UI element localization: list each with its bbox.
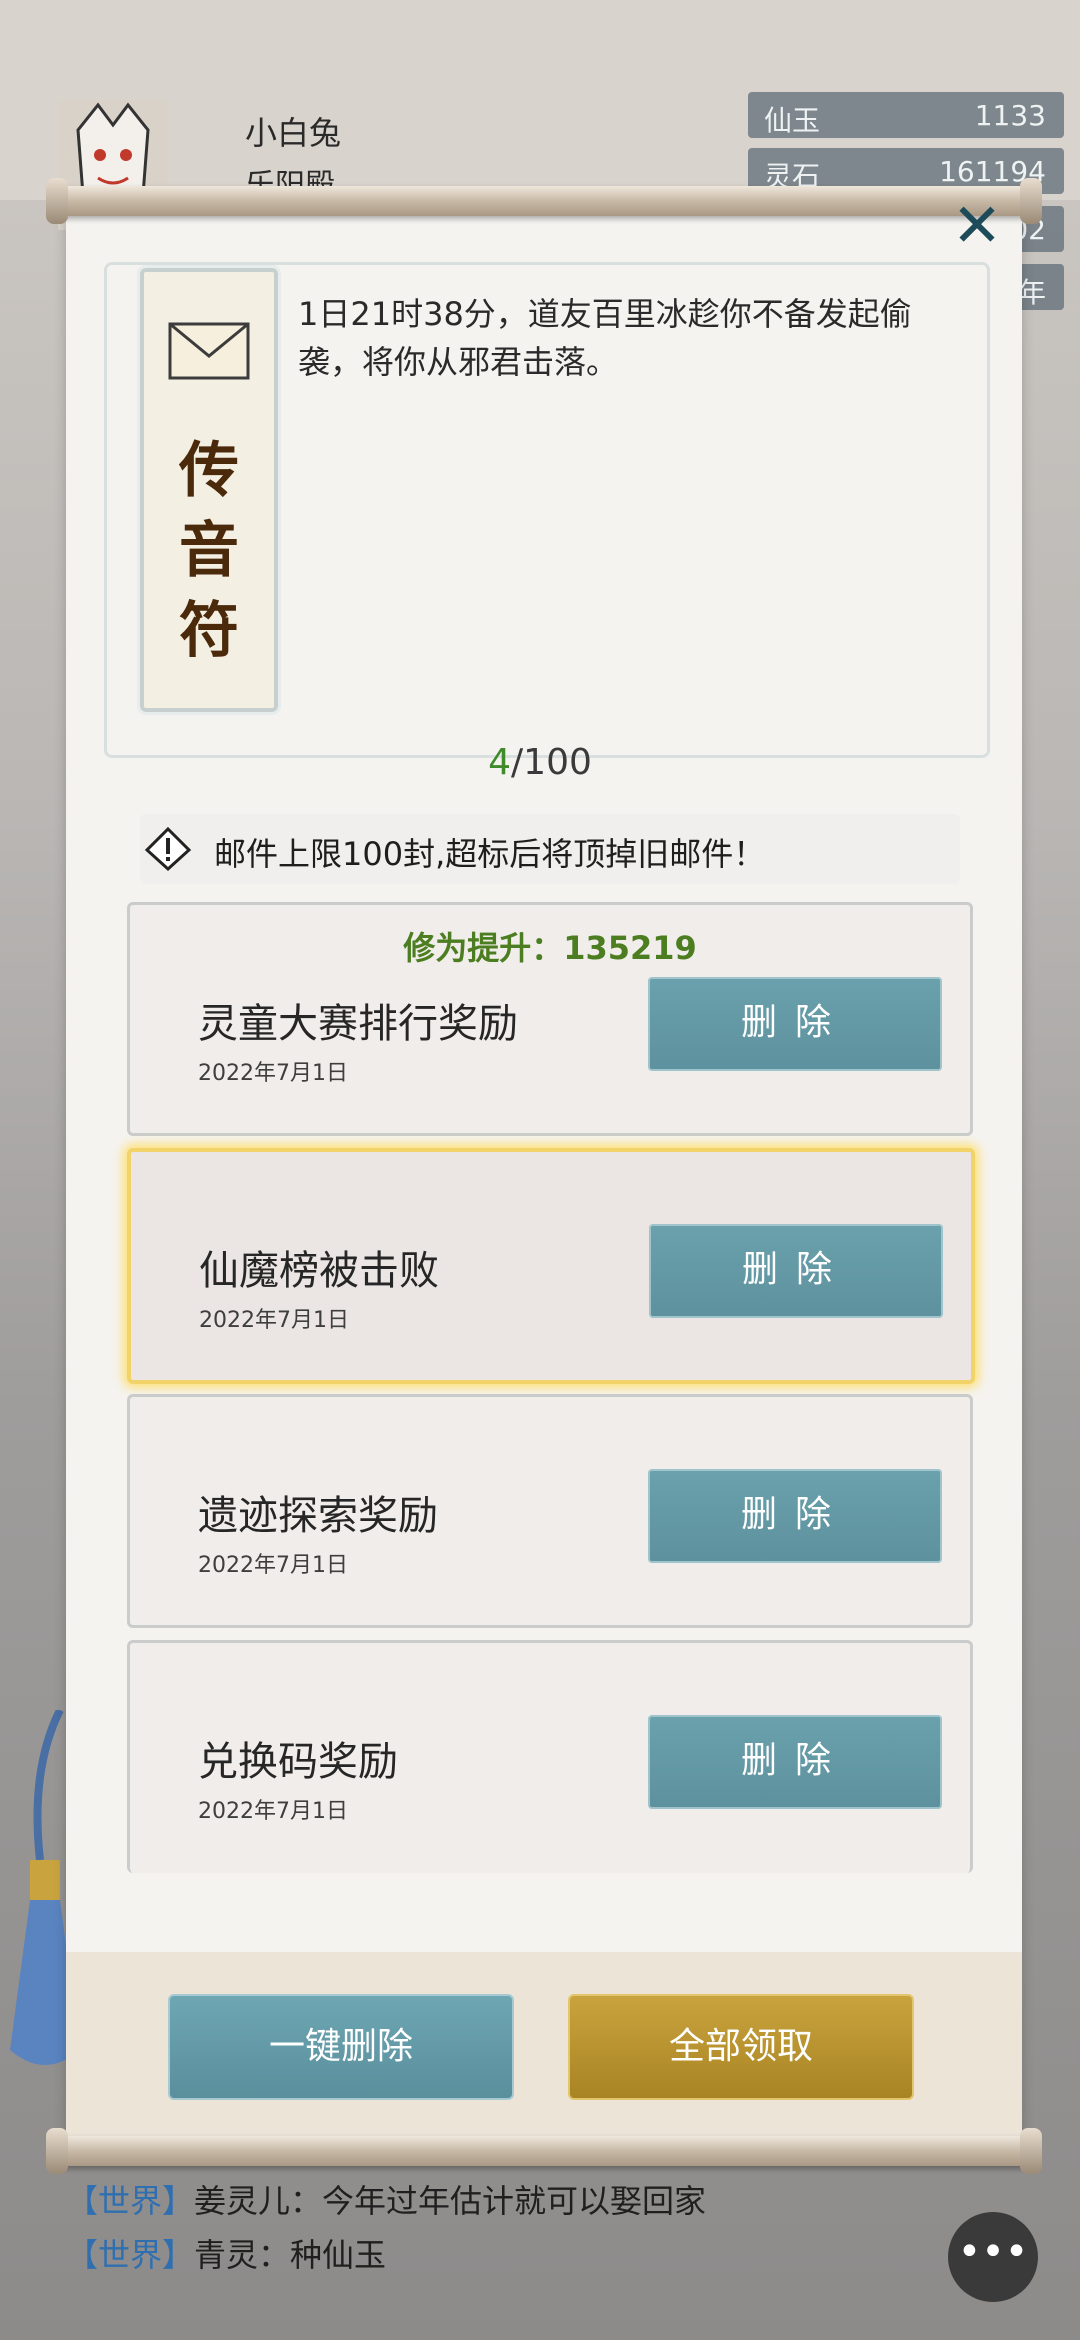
claim-all-button[interactable]: 全部领取 — [568, 1994, 914, 2100]
mail-reward-text: 修为提升：135219 — [403, 929, 697, 967]
chat-line[interactable]: 【世界】青灵：种仙玉 — [66, 2230, 386, 2276]
chat-channel-tag: 【世界】 — [66, 2182, 195, 2220]
mail-item[interactable]: 修为提升：135219 灵童大赛排行奖励 2022年7月1日 删除 — [127, 902, 973, 1136]
mail-count-current: 4 — [488, 742, 512, 783]
seal-char: 传 — [179, 436, 239, 506]
mail-date: 2022年7月1日 — [199, 1308, 349, 1333]
chat-channel-tag: 【世界】 — [66, 2236, 195, 2274]
delete-button[interactable]: 删除 — [649, 1224, 943, 1318]
scroll-rod-top — [46, 178, 1042, 224]
mail-date: 2022年7月1日 — [198, 1799, 348, 1824]
mail-title: 仙魔榜被击败 — [199, 1248, 439, 1294]
mail-item[interactable]: 兑换码奖励 2022年7月1日 删除 — [127, 1640, 973, 1873]
envelope-icon — [168, 322, 250, 380]
seal-char: 音 — [179, 516, 239, 586]
delete-button[interactable]: 删除 — [648, 1469, 942, 1563]
resource-value: 1133 — [974, 99, 1046, 132]
player-name: 小白兔 — [245, 114, 342, 152]
resource-xianyu: 仙玉 1133 — [748, 92, 1064, 138]
chat-text: 青灵：种仙玉 — [194, 2236, 387, 2274]
scroll-rod-bottom — [46, 2128, 1042, 2174]
speech-bubble-icon[interactable]: ••• — [948, 2212, 1038, 2302]
mail-limit-notice: 邮件上限100封,超标后将顶掉旧邮件！ — [140, 814, 960, 884]
mail-item-selected[interactable]: 仙魔榜被击败 2022年7月1日 删除 — [127, 1148, 975, 1384]
warning-icon — [144, 826, 192, 872]
mail-title: 灵童大赛排行奖励 — [198, 1001, 518, 1047]
delete-all-button[interactable]: 一键删除 — [168, 1994, 514, 2100]
transmission-talisman: 传 音 符 — [137, 265, 281, 715]
mail-title: 兑换码奖励 — [198, 1739, 398, 1785]
mail-title: 遗迹探索奖励 — [198, 1493, 438, 1539]
notice-text: 邮件上限100封,超标后将顶掉旧邮件！ — [214, 835, 766, 873]
mail-item[interactable]: 遗迹探索奖励 2022年7月1日 删除 — [127, 1394, 973, 1628]
close-x-icon[interactable]: ✕ — [944, 196, 1010, 258]
seal-char: 符 — [179, 596, 239, 666]
resource-value: 年 — [1017, 276, 1046, 309]
delete-button[interactable]: 删除 — [648, 1715, 942, 1809]
mail-message-body: 1日21时38分，道友百里冰趁你不备发起偷袭，将你从邪君击落。 — [298, 295, 912, 381]
delete-button[interactable]: 删除 — [648, 977, 942, 1071]
mail-date: 2022年7月1日 — [198, 1553, 348, 1578]
chat-text: 姜灵儿：今年过年估计就可以娶回家 — [194, 2182, 707, 2220]
mail-count: 4/100 — [0, 742, 1080, 783]
mail-date: 2022年7月1日 — [198, 1061, 348, 1086]
mail-count-total: /100 — [511, 742, 592, 783]
chat-line[interactable]: 【世界】姜灵儿：今年过年估计就可以娶回家 — [66, 2176, 706, 2222]
resource-label: 仙玉 — [764, 104, 821, 137]
